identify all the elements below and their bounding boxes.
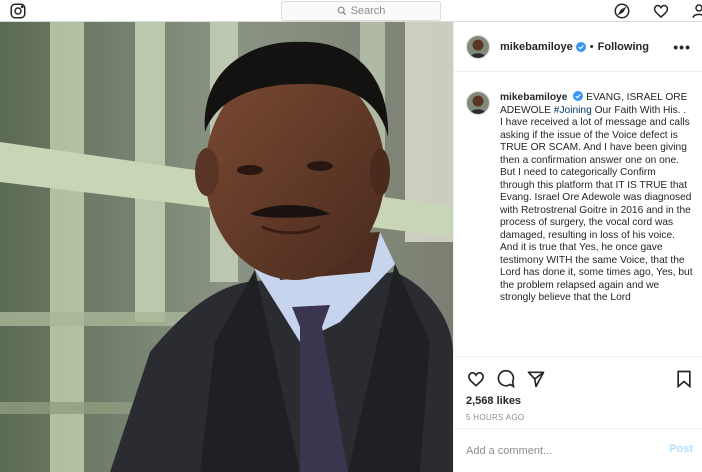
- caption-username[interactable]: mikebamiloye: [500, 92, 567, 103]
- likes-count[interactable]: 2,568 likes: [466, 395, 521, 407]
- comment-input[interactable]: [466, 444, 646, 457]
- post-photo[interactable]: [0, 22, 453, 472]
- add-comment-bar: Post: [454, 428, 702, 472]
- caption-paragraph: I have received a lot of message and cal…: [500, 117, 692, 241]
- avatar-image: [467, 35, 489, 58]
- avatar[interactable]: [466, 91, 490, 115]
- verified-badge-icon: [575, 41, 586, 52]
- comments-section[interactable]: mikebamiloye EVANG, ISRAEL ORE ADEWOLE #…: [454, 73, 702, 356]
- top-navigation-bar: Search: [0, 0, 702, 22]
- explore-compass-icon[interactable]: [613, 2, 631, 20]
- activity-heart-icon[interactable]: [652, 2, 670, 20]
- caption-hashtag-link[interactable]: #Joining: [554, 105, 592, 116]
- avatar-image: [467, 92, 489, 114]
- caption-paragraph: And it is true that Yes, he once gave te…: [500, 242, 693, 303]
- post-actions: 2,568 likes 5 HOURS AGO: [454, 356, 702, 426]
- post-caption: mikebamiloye EVANG, ISRAEL ORE ADEWOLE #…: [500, 91, 693, 305]
- caption-text: Our Faith With His. .: [591, 104, 687, 116]
- post-comment-button[interactable]: Post: [669, 443, 693, 455]
- post-username[interactable]: mikebamiloye: [500, 41, 573, 53]
- search-icon: [337, 6, 346, 16]
- comment-icon[interactable]: [496, 369, 516, 389]
- search-input[interactable]: Search: [281, 1, 441, 21]
- post-header: mikebamiloye • Following •••: [454, 22, 702, 72]
- profile-icon[interactable]: [690, 2, 702, 20]
- verified-badge-icon: [573, 91, 584, 101]
- search-placeholder: Search: [350, 5, 386, 17]
- share-icon[interactable]: [526, 369, 546, 389]
- avatar[interactable]: [466, 34, 490, 59]
- following-button[interactable]: Following: [598, 41, 649, 53]
- caption-row: mikebamiloye EVANG, ISRAEL ORE ADEWOLE #…: [466, 91, 693, 305]
- post-timestamp[interactable]: 5 HOURS AGO: [466, 413, 524, 422]
- post-details-panel: mikebamiloye • Following ••• mikebamiloy…: [453, 22, 702, 472]
- like-heart-icon[interactable]: [466, 369, 486, 389]
- instagram-icon[interactable]: [9, 2, 27, 20]
- portrait-image: [0, 22, 453, 472]
- save-bookmark-icon[interactable]: [674, 369, 694, 389]
- more-options-icon[interactable]: •••: [673, 39, 691, 55]
- separator-dot: •: [589, 40, 594, 53]
